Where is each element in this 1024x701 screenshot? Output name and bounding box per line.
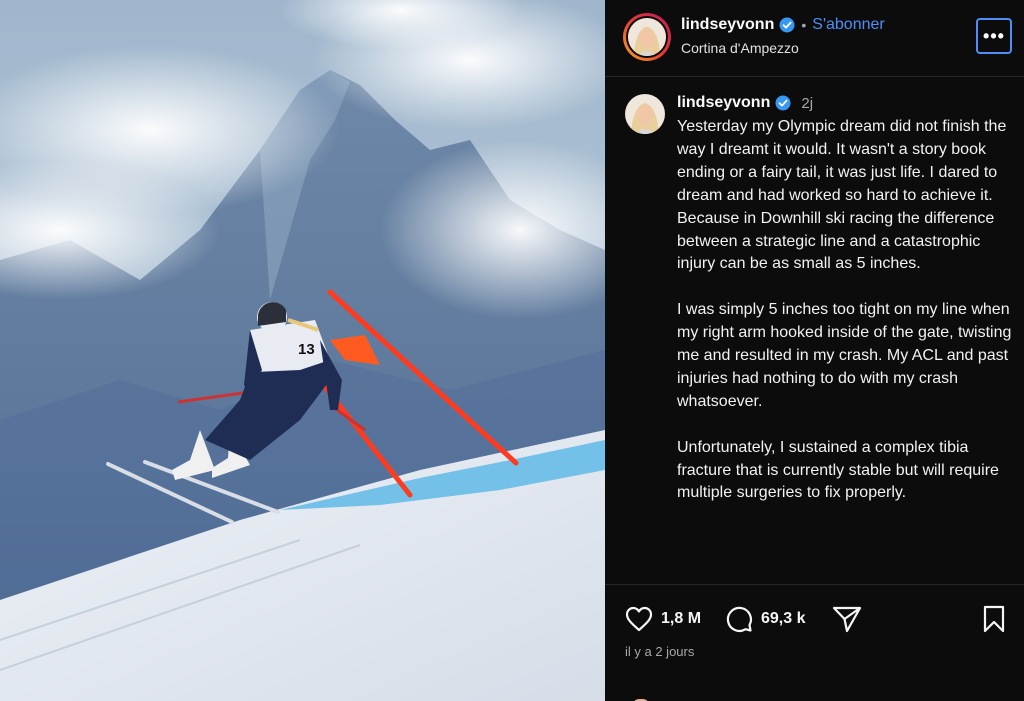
more-options-button[interactable]: •••: [976, 18, 1012, 54]
caption-paragraph: Yesterday my Olympic dream did not finis…: [677, 118, 1007, 273]
heart-icon: [625, 606, 653, 632]
caption-text: Yesterday my Olympic dream did not finis…: [677, 116, 1013, 528]
avatar-image: [625, 94, 665, 134]
follow-button[interactable]: S'abonner: [812, 16, 884, 34]
caption-user-line: lindseyvonn 2j: [677, 94, 813, 112]
caption-time-ago[interactable]: 2j: [801, 95, 813, 112]
paper-plane-icon: [832, 606, 862, 633]
caption-author-avatar[interactable]: [625, 94, 665, 134]
caption-paragraph: Unfortunately, I sustained a complex tib…: [677, 438, 999, 502]
avatar-image: [628, 18, 666, 56]
bookmark-icon: [983, 605, 1005, 633]
like-button[interactable]: 1,8 M: [625, 605, 701, 633]
save-button[interactable]: [982, 605, 1006, 633]
share-button[interactable]: [832, 605, 862, 633]
comment-bubble-icon: [726, 606, 753, 632]
post-timestamp[interactable]: il y a 2 jours: [625, 644, 694, 659]
ski-racer-photo: 13: [0, 0, 605, 701]
like-count[interactable]: 1,8 M: [661, 610, 701, 628]
comment-count[interactable]: 69,3 k: [761, 610, 805, 628]
post-photo[interactable]: 13: [0, 0, 605, 701]
caption-section: lindseyvonn 2j Yesterday my Olympic drea…: [605, 78, 1024, 584]
caption-paragraph: I was simply 5 inches too tight on my li…: [677, 301, 1012, 410]
action-bar: 1,8 M 69,3 k il y a 2 jours: [605, 584, 1024, 701]
comment-button[interactable]: 69,3 k: [725, 605, 805, 633]
separator-dot: •: [801, 17, 807, 33]
verified-badge-icon: [775, 95, 791, 111]
bib-number: 13: [298, 341, 315, 358]
post-header: lindseyvonn • S'abonner Cortina d'Ampezz…: [605, 0, 1024, 77]
post-side-panel: lindseyvonn • S'abonner Cortina d'Ampezz…: [605, 0, 1024, 701]
author-avatar-story-ring[interactable]: [623, 13, 671, 61]
caption-username[interactable]: lindseyvonn: [677, 94, 770, 112]
verified-badge-icon: [779, 17, 795, 33]
more-options-icon: •••: [983, 25, 1005, 46]
author-username[interactable]: lindseyvonn: [681, 16, 774, 34]
header-user-line: lindseyvonn • S'abonner: [681, 16, 885, 34]
post-location[interactable]: Cortina d'Ampezzo: [681, 40, 799, 56]
